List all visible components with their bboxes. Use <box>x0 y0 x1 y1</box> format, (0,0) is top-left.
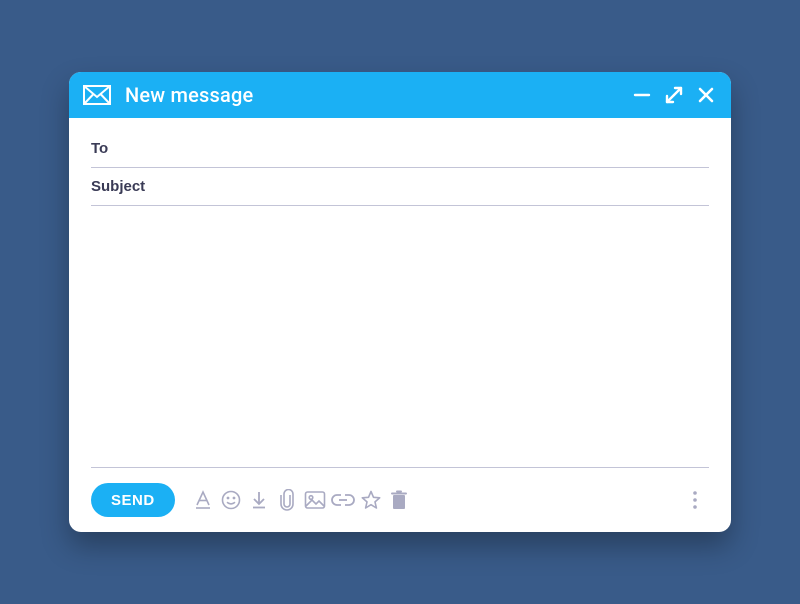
more-options-icon[interactable] <box>681 486 709 514</box>
to-field[interactable] <box>91 130 709 168</box>
trash-icon[interactable] <box>385 486 413 514</box>
font-icon[interactable] <box>189 486 217 514</box>
mail-icon <box>83 85 111 105</box>
message-body[interactable] <box>91 206 709 468</box>
compose-window: New message SEND <box>69 72 731 532</box>
link-icon[interactable] <box>329 486 357 514</box>
compose-toolbar: SEND <box>69 468 731 532</box>
compose-body <box>69 118 731 468</box>
close-icon[interactable] <box>697 86 715 104</box>
subject-field[interactable] <box>91 168 709 206</box>
attachment-icon[interactable] <box>273 486 301 514</box>
minimize-icon[interactable] <box>633 86 651 104</box>
star-icon[interactable] <box>357 486 385 514</box>
window-title: New message <box>125 83 253 107</box>
send-button[interactable]: SEND <box>91 483 175 517</box>
download-icon[interactable] <box>245 486 273 514</box>
emoji-icon[interactable] <box>217 486 245 514</box>
image-icon[interactable] <box>301 486 329 514</box>
expand-icon[interactable] <box>665 86 683 104</box>
titlebar: New message <box>69 72 731 118</box>
